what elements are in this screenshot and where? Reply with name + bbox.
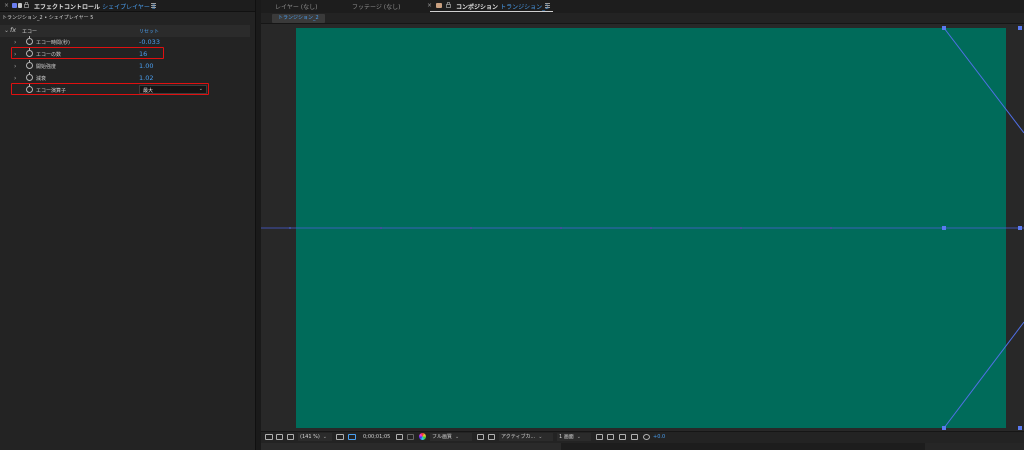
exposure-value[interactable]: +0.0 xyxy=(653,434,665,440)
transparency-grid-icon[interactable] xyxy=(488,434,495,440)
comp-panel-menu-icon[interactable] xyxy=(545,3,550,8)
views-value: 1 画面 xyxy=(559,434,574,440)
effect-controls-title: エフェクトコントロール xyxy=(34,4,101,11)
vertex-handle-bottom xyxy=(942,426,946,430)
bottom-strip xyxy=(261,443,1024,450)
show-snapshot-icon[interactable] xyxy=(407,434,414,440)
close-panel-icon[interactable]: × xyxy=(4,2,9,9)
always-preview-icon[interactable] xyxy=(265,434,273,440)
timeline-icon[interactable] xyxy=(619,434,626,440)
property-row-start-intensity: › 開始強度 1.00 xyxy=(0,60,250,72)
chevron-down-icon: ⌄ xyxy=(322,434,327,440)
comp-color-icon xyxy=(436,3,442,8)
vertex-handle-mid-right xyxy=(1018,226,1022,230)
grid-guide-icon[interactable] xyxy=(336,434,344,440)
property-value[interactable]: 1.00 xyxy=(139,62,153,70)
tab-footage[interactable]: フッテージ (なし) xyxy=(352,2,400,11)
vertex-handle-middle xyxy=(942,226,946,230)
reset-link[interactable]: リセット xyxy=(139,28,159,35)
color-channel-icon[interactable] xyxy=(419,433,426,440)
panel-color-icon xyxy=(12,3,17,8)
flowchart-icon[interactable] xyxy=(631,434,638,440)
property-label: 減衰 xyxy=(36,76,47,82)
effect-target-breadcrumb: トランジション_2 • シェイプレイヤー 5 xyxy=(2,15,94,21)
exposure-icon[interactable] xyxy=(643,434,650,440)
vertex-handle-top-right xyxy=(1018,26,1022,30)
stopwatch-icon[interactable] xyxy=(26,72,33,81)
views-select[interactable]: 1 画面 ⌄ xyxy=(557,433,591,441)
composition-navigator-bar xyxy=(261,13,1024,24)
vertex-handle-bottom-right xyxy=(1018,426,1022,430)
effect-name: エコー xyxy=(22,29,38,35)
effect-controls-tab[interactable]: エフェクトコントロール シェイプレイヤー 5 xyxy=(34,2,156,11)
expand-caret-icon[interactable]: › xyxy=(14,75,16,82)
toggle-pixel-aspect-icon[interactable] xyxy=(596,434,603,440)
toggle-mask-icon[interactable] xyxy=(348,434,356,440)
tab-composition[interactable]: コンポジション トランジション_2 xyxy=(456,2,549,11)
diagonal-path-lower xyxy=(943,321,1024,429)
collapse-caret-icon[interactable]: ⌄ xyxy=(4,27,9,34)
stopwatch-icon[interactable] xyxy=(26,60,33,69)
panel-menu-icon[interactable] xyxy=(151,3,156,8)
target-layer-name: シェイプレイヤー 5 xyxy=(102,4,156,11)
zoom-select[interactable]: (141 %) ⌄ xyxy=(298,433,332,441)
property-value[interactable]: 1.02 xyxy=(139,74,153,82)
monitor-icon[interactable] xyxy=(276,434,283,440)
effect-controls-tabbar: × エフェクトコントロール シェイプレイヤー 5 xyxy=(0,0,255,12)
active-tab-indicator xyxy=(430,11,553,12)
resolution-value: フル画質 xyxy=(432,434,453,440)
chevron-down-icon: ⌄ xyxy=(576,434,581,440)
fast-preview-icon[interactable] xyxy=(607,434,614,440)
property-value[interactable]: -0.033 xyxy=(139,38,160,46)
composition-breadcrumb-chip[interactable]: トランジション_2 xyxy=(272,14,325,23)
chevron-down-icon: ⌄ xyxy=(455,434,460,440)
stopwatch-icon[interactable] xyxy=(26,36,33,45)
composition-tab-prefix: コンポジション xyxy=(456,4,499,11)
vertex-handle-top xyxy=(942,26,946,30)
current-timecode[interactable]: 0;00;01;05 xyxy=(363,434,390,440)
resolution-select[interactable]: フル画質 ⌄ xyxy=(430,433,472,441)
effect-controls-panel: × エフェクトコントロール シェイプレイヤー 5 トランジション_2 • シェイ… xyxy=(0,0,255,450)
mask-visibility-icon[interactable] xyxy=(287,434,294,440)
shape-layer-overlay xyxy=(261,26,1024,430)
zoom-value: (141 %) xyxy=(300,434,320,440)
camera-value: アクティブカ... xyxy=(501,434,536,440)
region-of-interest-icon[interactable] xyxy=(477,434,484,440)
property-label: 開始強度 xyxy=(36,64,57,70)
highlight-echo-count xyxy=(11,47,164,59)
lock-icon[interactable] xyxy=(24,2,29,8)
snapshot-camera-icon[interactable] xyxy=(396,434,403,440)
composition-name: トランジション_2 xyxy=(500,4,549,11)
panel-swatch-icon xyxy=(18,3,22,8)
tab-layer[interactable]: レイヤー (なし) xyxy=(275,2,317,11)
expand-caret-icon[interactable]: › xyxy=(14,39,16,46)
fx-icon[interactable]: fx xyxy=(10,26,16,34)
property-label: エコー時間(秒) xyxy=(36,40,70,46)
chevron-down-icon: ⌄ xyxy=(538,434,543,440)
lock-icon[interactable] xyxy=(446,2,451,8)
close-comp-tab-icon[interactable]: × xyxy=(427,2,432,9)
highlight-echo-operator xyxy=(11,83,209,95)
diagonal-path-upper xyxy=(943,27,1024,134)
camera-select[interactable]: アクティブカ... ⌄ xyxy=(499,433,553,441)
expand-caret-icon[interactable]: › xyxy=(14,63,16,70)
